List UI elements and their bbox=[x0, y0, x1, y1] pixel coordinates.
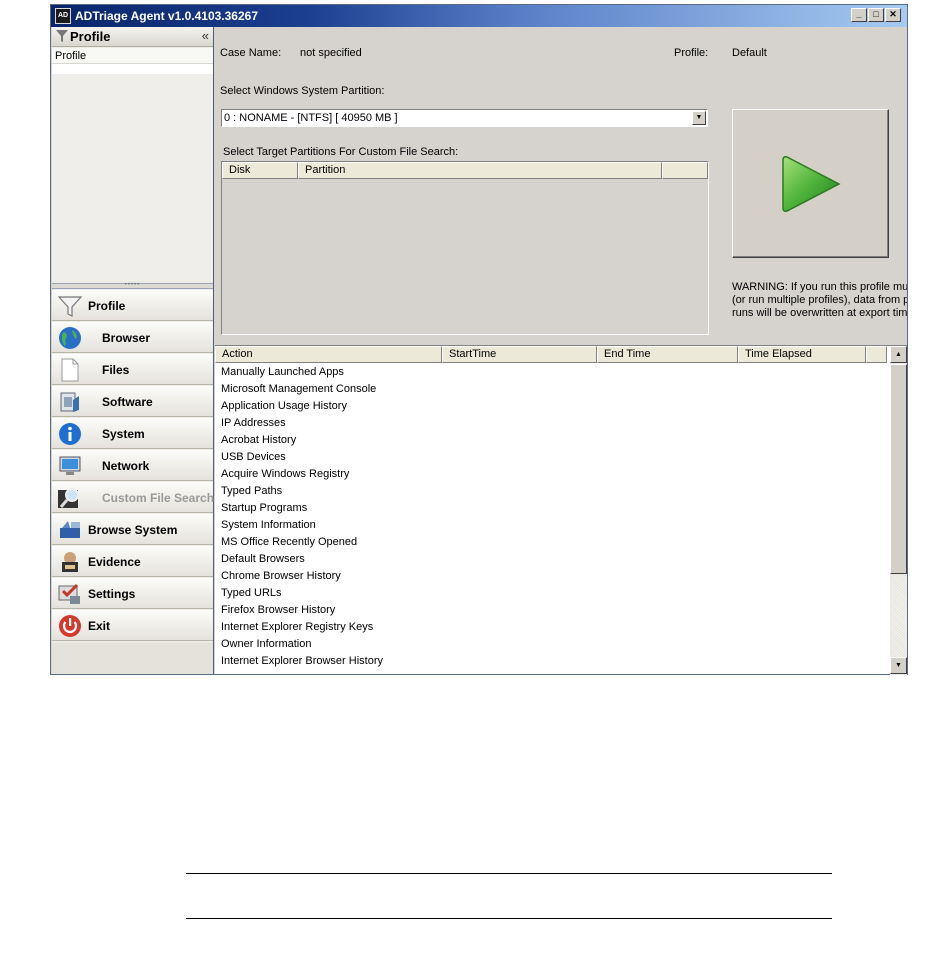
scroll-up-button[interactable]: ▲ bbox=[890, 346, 907, 363]
nav-label: Software bbox=[102, 395, 153, 409]
column-header-partition[interactable]: Partition bbox=[298, 162, 662, 179]
scroll-down-button[interactable]: ▼ bbox=[890, 657, 907, 674]
funnel-icon bbox=[56, 30, 68, 46]
column-header-disk[interactable]: Disk bbox=[222, 162, 298, 179]
nav-label: System bbox=[102, 427, 145, 441]
scrollbar-thumb[interactable] bbox=[890, 364, 907, 574]
actions-table[interactable]: Action StartTime End Time Time Elapsed M… bbox=[215, 345, 907, 675]
file-icon bbox=[58, 358, 82, 382]
column-header-action[interactable]: Action bbox=[215, 346, 442, 363]
table-row[interactable]: Chrome Browser History bbox=[215, 568, 887, 585]
column-header-empty[interactable] bbox=[662, 162, 708, 179]
profile-list[interactable]: Profile bbox=[52, 48, 213, 281]
nav-evidence[interactable]: Evidence bbox=[52, 546, 213, 577]
table-row[interactable]: Typed URLs bbox=[215, 585, 887, 602]
table-row[interactable]: Internet Explorer Registry Keys bbox=[215, 619, 887, 636]
funnel-icon bbox=[57, 294, 83, 318]
minimize-button[interactable]: _ bbox=[851, 8, 867, 22]
table-row[interactable]: Acrobat History bbox=[215, 432, 887, 449]
table-row[interactable]: USB Devices bbox=[215, 449, 887, 466]
list-item-empty bbox=[52, 64, 213, 74]
nav-label: Files bbox=[102, 363, 130, 377]
vertical-scrollbar[interactable]: ▲ ▼ bbox=[890, 346, 907, 675]
partition-label: Select Windows System Partition: bbox=[220, 85, 385, 97]
title-bar[interactable]: AD ADTriage Agent v1.0.4103.36267 _ □ ✕ bbox=[51, 5, 907, 27]
chevron-down-icon[interactable]: ▼ bbox=[692, 111, 706, 125]
table-row[interactable]: System Information bbox=[215, 517, 887, 534]
nav-label: Browser bbox=[102, 331, 151, 345]
power-icon bbox=[58, 614, 82, 638]
nav-browser[interactable]: Browser bbox=[52, 322, 213, 353]
software-icon bbox=[58, 390, 82, 414]
table-row[interactable]: Owner Information bbox=[215, 636, 887, 653]
target-partitions-table[interactable]: Disk Partition bbox=[221, 161, 709, 335]
magnifier-icon bbox=[58, 486, 82, 510]
target-partitions-label: Select Target Partitions For Custom File… bbox=[223, 146, 459, 158]
warning-text: WARNING: If you run this profile mult (o… bbox=[732, 281, 907, 319]
table-row[interactable]: Acquire Windows Registry bbox=[215, 466, 887, 483]
list-item[interactable]: Profile bbox=[52, 48, 213, 64]
globe-icon bbox=[58, 326, 82, 350]
table-row[interactable]: Application Usage History bbox=[215, 398, 887, 415]
partition-value: 0 : NONAME - [NTFS] [ 40950 MB ] bbox=[224, 112, 398, 124]
app-window: AD ADTriage Agent v1.0.4103.36267 _ □ ✕ … bbox=[50, 4, 908, 675]
nav-browse-system[interactable]: Browse System bbox=[52, 514, 213, 545]
nav-system[interactable]: System bbox=[52, 418, 213, 449]
run-profile-button[interactable] bbox=[732, 109, 889, 258]
case-name-value: not specified bbox=[300, 47, 362, 59]
nav-label: Exit bbox=[88, 619, 111, 633]
table-row[interactable]: Default Browsers bbox=[215, 551, 887, 568]
nav-software[interactable]: Software bbox=[52, 386, 213, 417]
column-header-time-elapsed[interactable]: Time Elapsed bbox=[738, 346, 866, 363]
settings-icon bbox=[58, 582, 82, 606]
nav-label: Profile bbox=[88, 299, 126, 313]
divider-line bbox=[186, 918, 832, 919]
play-icon bbox=[782, 156, 841, 212]
nav-label: Browse System bbox=[88, 523, 178, 537]
table-row[interactable]: Manually Launched Apps bbox=[215, 364, 887, 381]
column-header-filler bbox=[866, 346, 887, 363]
panel-footer bbox=[52, 643, 213, 674]
panel-splitter[interactable]: ••••• bbox=[52, 282, 213, 289]
table-row[interactable]: Startup Programs bbox=[215, 500, 887, 517]
monitor-icon bbox=[58, 454, 82, 478]
nav-settings[interactable]: Settings bbox=[52, 578, 213, 609]
table-row[interactable]: Internet Explorer Browser History bbox=[215, 653, 887, 670]
system-partition-select[interactable]: 0 : NONAME - [NTFS] [ 40950 MB ] ▼ bbox=[221, 109, 708, 127]
nav-files[interactable]: Files bbox=[52, 354, 213, 385]
actions-list: Manually Launched Apps Microsoft Managem… bbox=[215, 364, 887, 670]
window-title: ADTriage Agent v1.0.4103.36267 bbox=[75, 9, 258, 23]
maximize-button[interactable]: □ bbox=[868, 8, 884, 22]
panel-header: Profile « bbox=[52, 27, 213, 47]
nav-label: Settings bbox=[88, 587, 136, 601]
evidence-icon bbox=[58, 550, 82, 574]
close-button[interactable]: ✕ bbox=[885, 8, 901, 22]
table-row[interactable]: Firefox Browser History bbox=[215, 602, 887, 619]
main-area: Case Name: not specified Profile: Defaul… bbox=[215, 27, 907, 675]
browse-icon bbox=[58, 518, 82, 542]
profile-value: Default bbox=[732, 47, 767, 59]
nav-exit[interactable]: Exit bbox=[52, 610, 213, 641]
collapse-panel-button[interactable]: « bbox=[202, 28, 209, 43]
app-logo-icon: AD bbox=[55, 8, 71, 24]
column-header-starttime[interactable]: StartTime bbox=[442, 346, 597, 363]
nav-label: Custom File Search bbox=[102, 491, 215, 505]
table-row[interactable]: IP Addresses bbox=[215, 415, 887, 432]
panel-header-title: Profile bbox=[70, 29, 111, 44]
table-row[interactable]: MS Office Recently Opened bbox=[215, 534, 887, 551]
nav-label: Evidence bbox=[88, 555, 141, 569]
table-row[interactable]: Typed Paths bbox=[215, 483, 887, 500]
left-panel: Profile « Profile ••••• Profile Browser … bbox=[52, 27, 214, 674]
divider-line bbox=[186, 873, 832, 874]
table-header: Disk Partition bbox=[222, 162, 708, 179]
nav-custom-file-search[interactable]: Custom File Search bbox=[52, 482, 215, 513]
case-name-label: Case Name: bbox=[220, 47, 282, 59]
column-header-endtime[interactable]: End Time bbox=[597, 346, 738, 363]
nav-network[interactable]: Network bbox=[52, 450, 213, 481]
table-row[interactable]: Microsoft Management Console bbox=[215, 381, 887, 398]
nav-label: Network bbox=[102, 459, 150, 473]
profile-label: Profile: bbox=[674, 47, 709, 59]
nav-profile[interactable]: Profile bbox=[52, 290, 213, 321]
info-icon bbox=[58, 422, 82, 446]
